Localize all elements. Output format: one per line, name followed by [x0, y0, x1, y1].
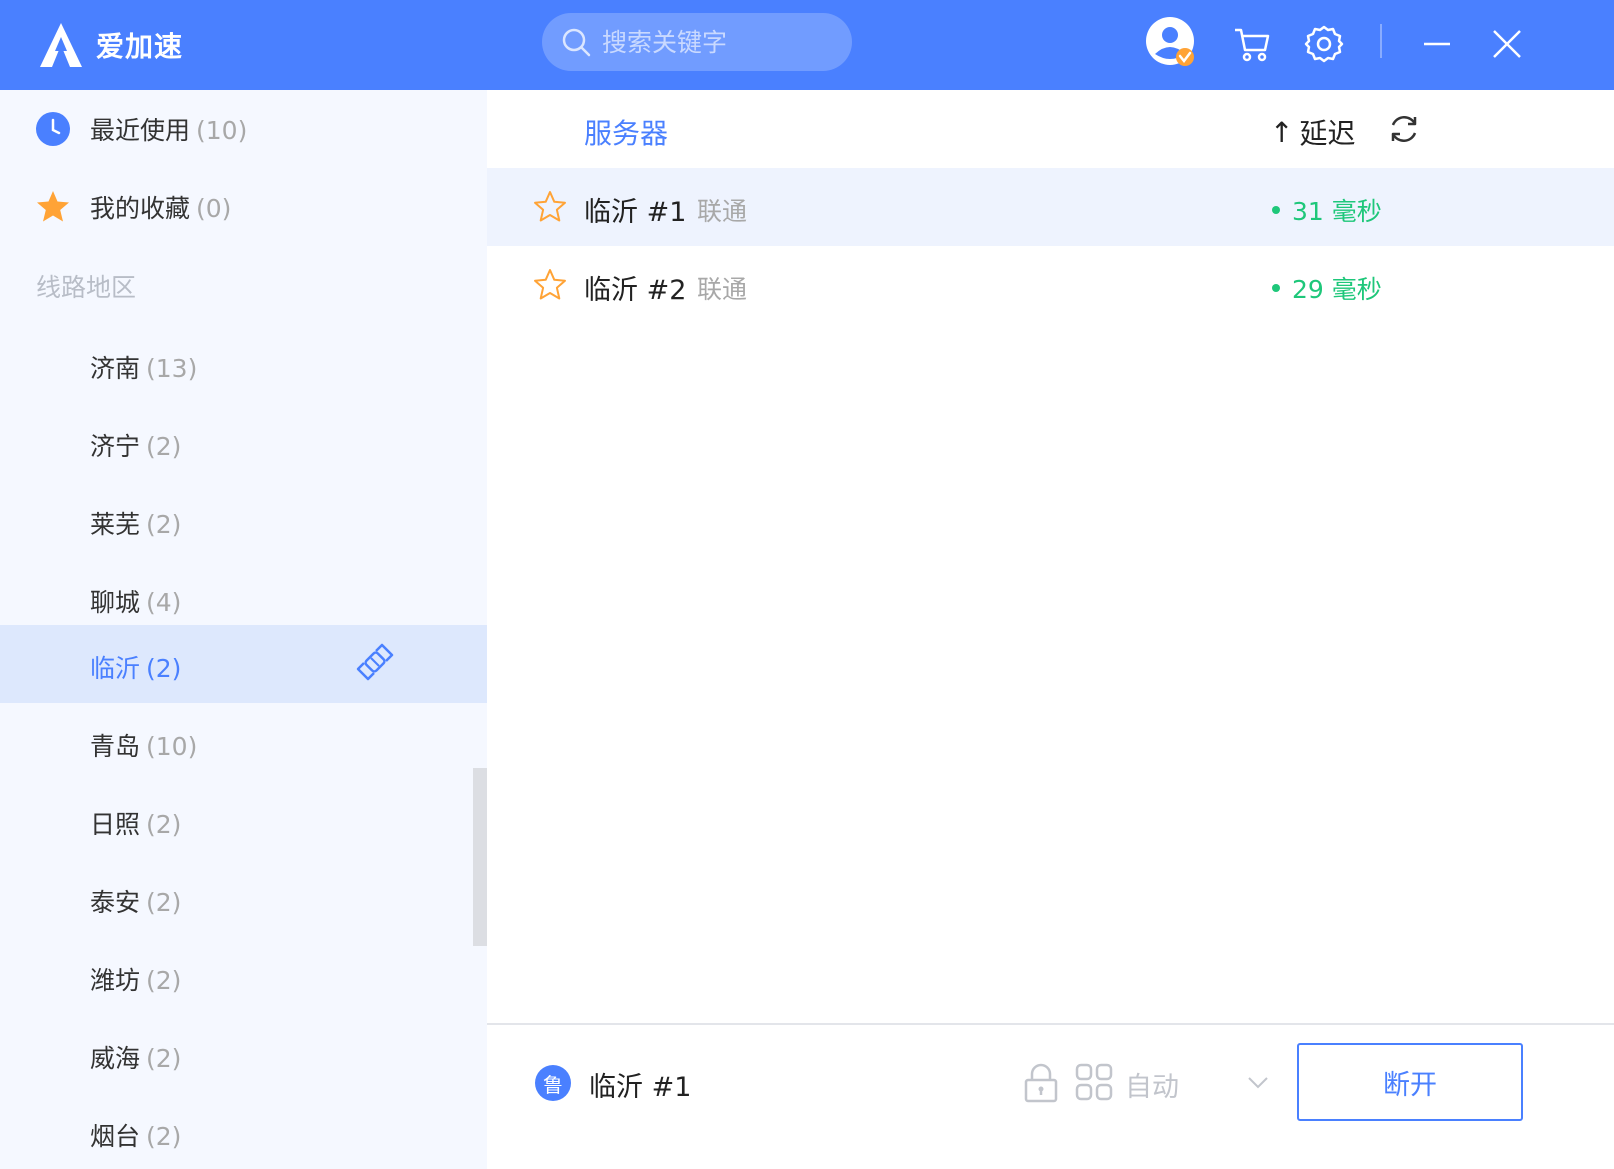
server-row[interactable]: 临沂 #2 联通 29 毫秒 [487, 246, 1614, 324]
header-divider [1380, 24, 1382, 58]
logo-icon [40, 23, 82, 67]
search-box[interactable] [542, 13, 852, 71]
province-badge: 鲁 [535, 1065, 571, 1101]
search-input[interactable] [602, 27, 842, 57]
sidebar-item-recent[interactable]: 最近使用 (10) [0, 90, 487, 168]
minimize-icon [1424, 42, 1450, 46]
region-item-yantai[interactable]: 烟台 (2) [0, 1093, 487, 1169]
status-dot [1272, 284, 1280, 292]
app-name: 爱加速 [96, 30, 184, 63]
region-item-rizhao[interactable]: 日照 (2) [0, 781, 487, 859]
column-header-server[interactable]: 服务器 [584, 112, 668, 152]
chevron-down-icon[interactable] [1245, 1069, 1271, 1095]
server-row[interactable]: 临沂 #1 联通 31 毫秒 [487, 168, 1614, 246]
section-title: 线路地区 [36, 273, 137, 302]
refresh-icon[interactable] [1387, 112, 1421, 146]
search-icon [562, 28, 591, 57]
sidebar-item-label: 我的收藏 (0) [90, 194, 232, 223]
user-avatar-icon [1146, 17, 1194, 66]
server-list-panel: 服务器 ↑ 延迟 临沂 #1 联通 31 毫秒 临沂 #2 联通 29 毫秒 鲁 … [487, 90, 1614, 1169]
server-latency: 31 毫秒 [1272, 192, 1382, 228]
region-item-qingdao[interactable]: 青岛 (10) [0, 703, 487, 781]
region-item-weifang[interactable]: 潍坊 (2) [0, 937, 487, 1015]
close-icon [1493, 30, 1521, 58]
server-name: 临沂 #1 [584, 197, 687, 228]
app-logo: 爱加速 [36, 21, 183, 69]
mode-grid-icon [1075, 1063, 1113, 1101]
star-outline-icon[interactable] [533, 268, 567, 302]
cart-icon [1235, 28, 1270, 62]
server-isp: 联通 [697, 275, 748, 304]
gear-icon [1304, 25, 1344, 63]
lock-icon[interactable] [1022, 1063, 1060, 1103]
disconnect-button[interactable]: 断开 [1297, 1043, 1523, 1121]
region-item-jinan[interactable]: 济南 (13) [0, 325, 487, 403]
region-item-weihai[interactable]: 威海 (2) [0, 1015, 487, 1093]
status-dot [1272, 206, 1280, 214]
star-filled-icon [37, 191, 69, 222]
region-item-jining[interactable]: 济宁 (2) [0, 403, 487, 481]
region-item-laiwu[interactable]: 莱芜 (2) [0, 481, 487, 559]
server-isp: 联通 [697, 197, 748, 226]
mode-select[interactable]: 自动 [1125, 1065, 1179, 1104]
sidebar-item-label: 最近使用 (10) [90, 116, 248, 145]
link-icon[interactable] [356, 643, 394, 681]
sidebar-scrollbar[interactable] [473, 768, 487, 946]
table-header: 服务器 ↑ 延迟 [487, 90, 1614, 168]
settings-button[interactable] [1300, 20, 1348, 68]
connection-bar: 鲁 临沂 #1 自动 断开 [487, 1023, 1614, 1169]
sidebar: 最近使用 (10) 我的收藏 (0) 线路地区 济南 (13) 济宁 (2) 莱芜 (2)… [0, 90, 487, 1169]
sort-arrow-icon: ↑ [1270, 115, 1294, 149]
user-avatar-button[interactable] [1145, 16, 1199, 70]
current-server-name: 临沂 #1 [589, 1072, 692, 1103]
column-header-latency[interactable]: ↑ 延迟 [1270, 112, 1355, 152]
server-latency: 29 毫秒 [1272, 270, 1382, 306]
cart-button[interactable] [1228, 20, 1276, 68]
sidebar-item-favorites[interactable]: 我的收藏 (0) [0, 168, 487, 246]
close-button[interactable] [1483, 20, 1531, 68]
clock-icon [36, 112, 70, 146]
title-bar: 爱加速 [0, 0, 1614, 90]
region-item-taian[interactable]: 泰安 (2) [0, 859, 487, 937]
region-item-linyi[interactable]: 临沂 (2) [0, 625, 487, 703]
star-outline-icon[interactable] [533, 190, 567, 224]
server-name: 临沂 #2 [584, 275, 687, 306]
minimize-button[interactable] [1413, 20, 1461, 68]
